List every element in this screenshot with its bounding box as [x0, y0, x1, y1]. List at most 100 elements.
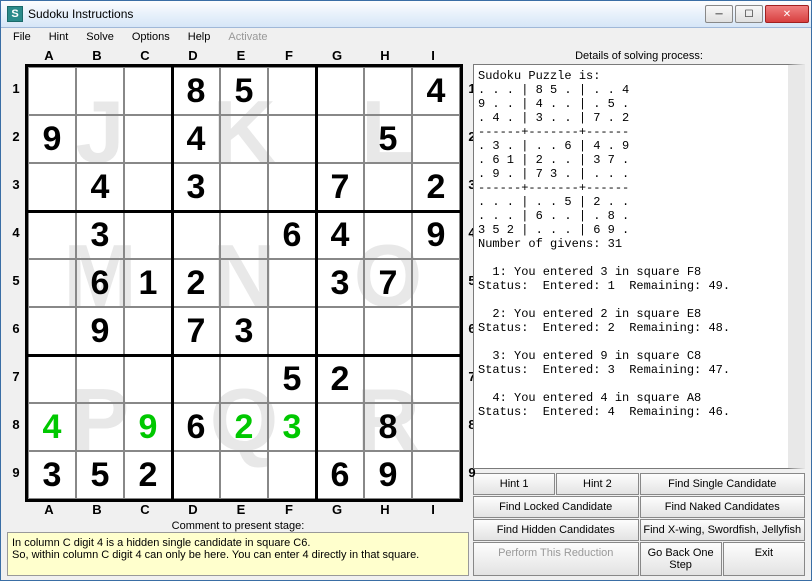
find-naked-button[interactable]: Find Naked Candidates [640, 496, 806, 518]
sudoku-cell[interactable]: 9 [364, 451, 412, 499]
hint2-button[interactable]: Hint 2 [556, 473, 638, 495]
sudoku-cell[interactable]: 7 [172, 307, 220, 355]
sudoku-cell[interactable] [220, 115, 268, 163]
sudoku-cell[interactable] [316, 403, 364, 451]
sudoku-cell[interactable]: 3 [316, 259, 364, 307]
sudoku-cell[interactable]: 4 [412, 67, 460, 115]
sudoku-cell[interactable] [124, 355, 172, 403]
find-hidden-button[interactable]: Find Hidden Candidates [473, 519, 639, 541]
sudoku-cell[interactable] [412, 355, 460, 403]
sudoku-cell[interactable]: 7 [316, 163, 364, 211]
sudoku-cell[interactable] [76, 355, 124, 403]
sudoku-cell[interactable]: 9 [124, 403, 172, 451]
sudoku-cell[interactable] [268, 115, 316, 163]
sudoku-cell[interactable] [412, 259, 460, 307]
sudoku-cell[interactable]: 6 [76, 259, 124, 307]
menu-activate[interactable]: Activate [220, 29, 275, 45]
sudoku-cell[interactable] [268, 67, 316, 115]
sudoku-cell[interactable] [172, 451, 220, 499]
sudoku-cell[interactable]: 7 [364, 259, 412, 307]
sudoku-cell[interactable]: 3 [268, 403, 316, 451]
sudoku-cell[interactable] [28, 163, 76, 211]
sudoku-cell[interactable] [124, 163, 172, 211]
go-back-button[interactable]: Go Back One Step [640, 542, 722, 576]
sudoku-cell[interactable]: 2 [124, 451, 172, 499]
sudoku-cell[interactable]: 3 [76, 211, 124, 259]
sudoku-cell[interactable] [220, 259, 268, 307]
sudoku-cell[interactable] [28, 259, 76, 307]
sudoku-cell[interactable] [172, 211, 220, 259]
find-xwing-button[interactable]: Find X-wing, Swordfish, Jellyfish [640, 519, 806, 541]
sudoku-cell[interactable]: 3 [172, 163, 220, 211]
sudoku-cell[interactable]: 9 [28, 115, 76, 163]
sudoku-cell[interactable]: 4 [76, 163, 124, 211]
sudoku-cell[interactable] [364, 355, 412, 403]
sudoku-cell[interactable] [76, 115, 124, 163]
sudoku-cell[interactable] [268, 259, 316, 307]
sudoku-cell[interactable]: 2 [316, 355, 364, 403]
sudoku-cell[interactable]: 2 [220, 403, 268, 451]
sudoku-cell[interactable] [220, 355, 268, 403]
maximize-button[interactable]: ☐ [735, 5, 763, 23]
sudoku-cell[interactable]: 5 [76, 451, 124, 499]
sudoku-cell[interactable] [412, 307, 460, 355]
find-locked-button[interactable]: Find Locked Candidate [473, 496, 639, 518]
perform-reduction-button[interactable]: Perform This Reduction [473, 542, 639, 576]
sudoku-cell[interactable]: 6 [268, 211, 316, 259]
sudoku-cell[interactable] [124, 115, 172, 163]
menu-solve[interactable]: Solve [78, 29, 122, 45]
sudoku-cell[interactable] [28, 211, 76, 259]
menu-options[interactable]: Options [124, 29, 178, 45]
sudoku-cell[interactable]: 6 [316, 451, 364, 499]
sudoku-cell[interactable] [124, 307, 172, 355]
sudoku-cell[interactable]: 1 [124, 259, 172, 307]
sudoku-cell[interactable] [28, 67, 76, 115]
sudoku-cell[interactable] [76, 67, 124, 115]
sudoku-cell[interactable] [364, 67, 412, 115]
sudoku-cell[interactable] [412, 115, 460, 163]
menu-file[interactable]: File [5, 29, 39, 45]
sudoku-cell[interactable] [316, 67, 364, 115]
sudoku-cell[interactable] [28, 355, 76, 403]
sudoku-cell[interactable]: 9 [76, 307, 124, 355]
sudoku-cell[interactable]: 2 [172, 259, 220, 307]
sudoku-cell[interactable] [268, 451, 316, 499]
sudoku-cell[interactable]: 8 [172, 67, 220, 115]
close-button[interactable]: ✕ [765, 5, 809, 23]
sudoku-cell[interactable] [220, 451, 268, 499]
sudoku-cell[interactable] [28, 307, 76, 355]
sudoku-cell[interactable]: 4 [316, 211, 364, 259]
sudoku-cell[interactable] [268, 307, 316, 355]
sudoku-cell[interactable] [412, 403, 460, 451]
sudoku-cell[interactable] [124, 67, 172, 115]
sudoku-cell[interactable]: 3 [28, 451, 76, 499]
titlebar[interactable]: S Sudoku Instructions ─ ☐ ✕ [1, 1, 811, 28]
sudoku-cell[interactable]: 4 [28, 403, 76, 451]
find-single-button[interactable]: Find Single Candidate [640, 473, 806, 495]
sudoku-cell[interactable] [316, 307, 364, 355]
sudoku-cell[interactable]: 2 [412, 163, 460, 211]
sudoku-cell[interactable] [268, 163, 316, 211]
sudoku-cell[interactable]: 9 [412, 211, 460, 259]
menu-help[interactable]: Help [180, 29, 219, 45]
sudoku-cell[interactable] [124, 211, 172, 259]
sudoku-cell[interactable]: 8 [364, 403, 412, 451]
sudoku-cell[interactable] [364, 163, 412, 211]
sudoku-cell[interactable] [412, 451, 460, 499]
sudoku-cell[interactable] [220, 163, 268, 211]
sudoku-cell[interactable] [316, 115, 364, 163]
sudoku-cell[interactable]: 3 [220, 307, 268, 355]
sudoku-cell[interactable] [364, 307, 412, 355]
solving-log[interactable]: Sudoku Puzzle is: . . . | 8 5 . | . . 4 … [473, 64, 805, 469]
sudoku-cell[interactable] [172, 355, 220, 403]
sudoku-cell[interactable] [220, 211, 268, 259]
exit-button[interactable]: Exit [723, 542, 805, 576]
sudoku-cell[interactable] [76, 403, 124, 451]
hint1-button[interactable]: Hint 1 [473, 473, 555, 495]
sudoku-cell[interactable] [364, 211, 412, 259]
sudoku-cell[interactable]: 5 [220, 67, 268, 115]
sudoku-cell[interactable]: 4 [172, 115, 220, 163]
sudoku-cell[interactable]: 6 [172, 403, 220, 451]
sudoku-cell[interactable]: 5 [268, 355, 316, 403]
minimize-button[interactable]: ─ [705, 5, 733, 23]
